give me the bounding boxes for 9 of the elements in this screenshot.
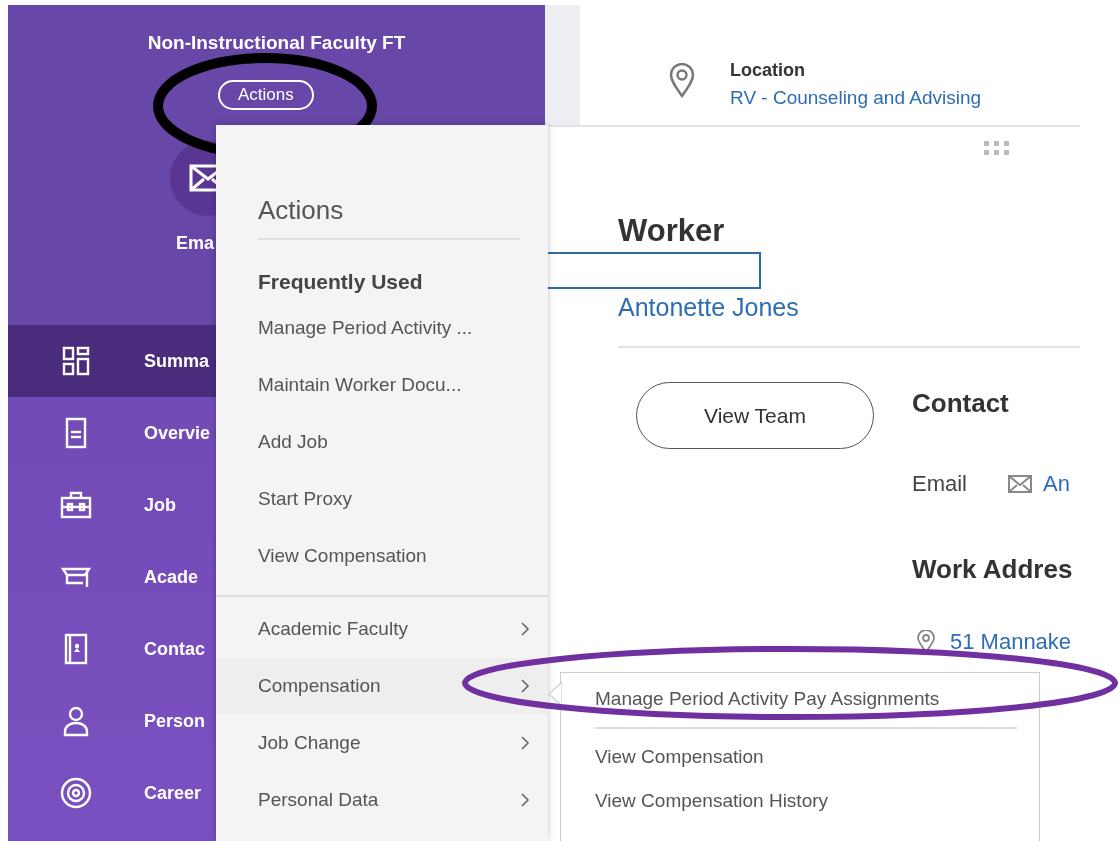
address-heading: Work Addres — [912, 553, 1073, 586]
email-label: Email — [912, 470, 967, 498]
location-label: Location — [730, 59, 806, 82]
email-label: Ema — [176, 231, 215, 255]
section-heading: Frequently Used — [258, 269, 423, 295]
worker-title: Non-Instructional Faculty FT — [146, 31, 407, 55]
worker-heading: Worker — [618, 212, 726, 250]
menu-title: Actions — [258, 194, 344, 227]
contact-heading: Contact — [912, 387, 1010, 420]
